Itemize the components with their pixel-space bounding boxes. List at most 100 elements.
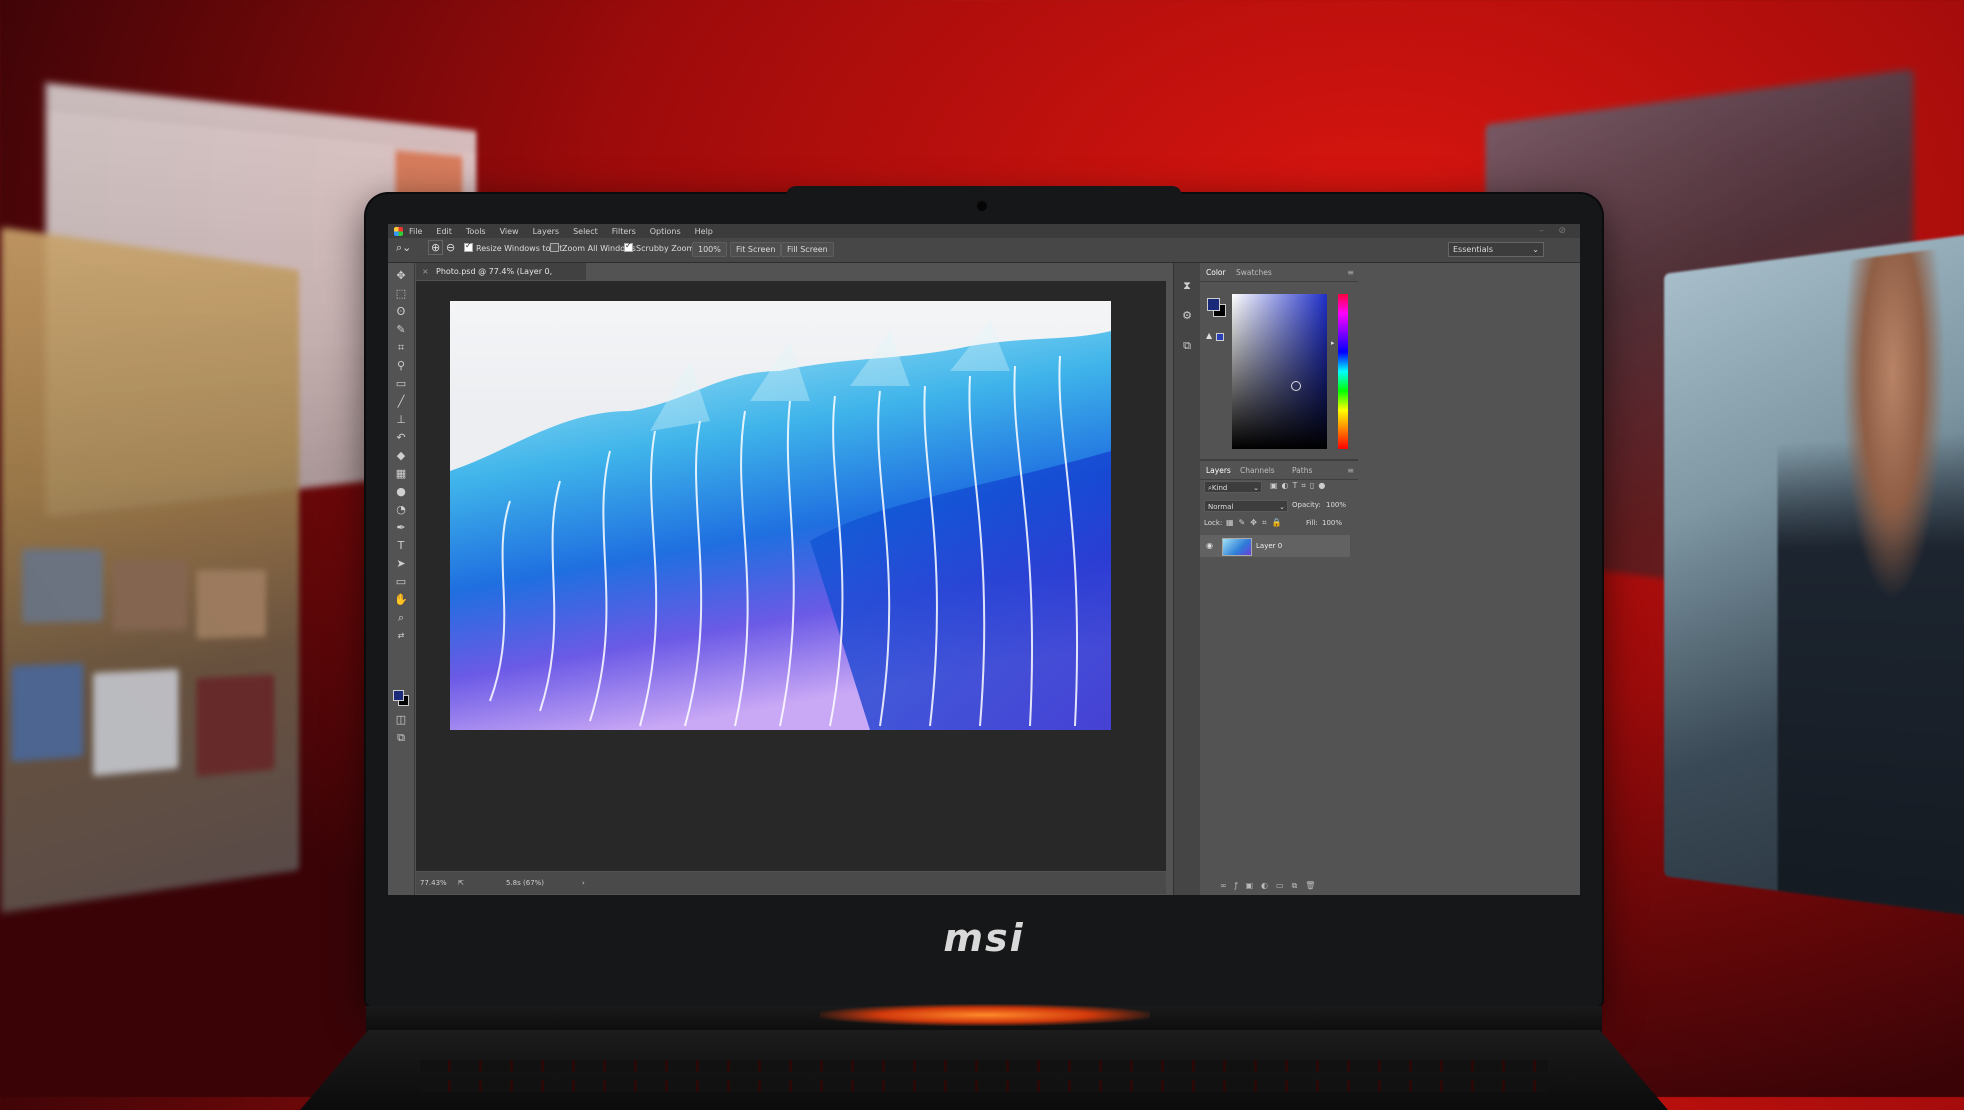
panel-dock: ⧗ ⚙ ⧉ xyxy=(1173,263,1201,895)
quick-select-tool-icon[interactable]: ✎ xyxy=(394,323,408,337)
gradient-tool-icon[interactable]: ▦ xyxy=(394,467,408,481)
lasso-tool-icon[interactable]: ʘ xyxy=(394,305,408,319)
history-brush-tool-icon[interactable]: ↶ xyxy=(394,431,408,445)
status-info: 5.8s (67%) xyxy=(506,872,544,894)
history-panel-icon[interactable]: ⧗ xyxy=(1180,279,1194,293)
chevron-down-icon: ⌄ xyxy=(1253,482,1259,494)
fill-screen-button[interactable]: Fill Screen xyxy=(781,242,834,257)
clone-stamp-tool-icon[interactable]: ⊥ xyxy=(394,413,408,427)
keyboard-row xyxy=(420,1060,1548,1072)
tab-layers[interactable]: Layers xyxy=(1206,466,1231,475)
panel-menu-icon[interactable]: ≡ xyxy=(1347,466,1354,475)
pen-tool-icon[interactable]: ✒ xyxy=(394,521,408,535)
checkbox-icon xyxy=(464,243,473,252)
layer-row[interactable]: ◉ Layer 0 xyxy=(1200,535,1350,557)
properties-panel-icon[interactable]: ⧉ xyxy=(1180,339,1194,353)
layer-filter-kind[interactable]: ⌕Kind ⌄ xyxy=(1204,481,1262,493)
gallery-thumbnail xyxy=(196,674,274,776)
type-tool-icon[interactable]: T xyxy=(394,539,408,553)
zoom-all-windows-checkbox[interactable]: Zoom All Windows xyxy=(550,243,636,253)
marquee-tool-icon[interactable]: ⬚ xyxy=(394,287,408,301)
layer-filter-icons[interactable]: ▣◐T⌗▯● xyxy=(1270,481,1329,491)
video-call-person xyxy=(1778,244,1964,916)
close-icon[interactable]: × xyxy=(422,263,429,280)
menu-item-help[interactable]: Help xyxy=(695,227,713,236)
menu-item-options[interactable]: Options xyxy=(650,227,681,236)
eyedropper-tool-icon[interactable]: ⚲ xyxy=(394,359,408,373)
hand-tool-icon[interactable]: ✋ xyxy=(394,593,408,607)
hue-slider-marker-icon[interactable]: ▸ xyxy=(1331,339,1335,347)
foreground-color-chip[interactable] xyxy=(1207,298,1220,311)
blur-tool-icon[interactable]: ● xyxy=(394,485,408,499)
color-picker-field[interactable] xyxy=(1232,294,1327,449)
artwork-image[interactable] xyxy=(450,301,1111,730)
eraser-tool-icon[interactable]: ◆ xyxy=(394,449,408,463)
color-picker-ring[interactable] xyxy=(1291,381,1301,391)
visibility-eye-icon[interactable]: ◉ xyxy=(1206,535,1213,557)
workspace-select[interactable]: Essentials ⌄ xyxy=(1448,242,1544,257)
tab-paths[interactable]: Paths xyxy=(1292,466,1312,475)
crop-tool-icon[interactable]: ⌗ xyxy=(394,341,408,355)
status-bar: 77.43% ⇱ 5.8s (67%) › xyxy=(416,872,1166,894)
path-select-tool-icon[interactable]: ➤ xyxy=(394,557,408,571)
fill-value[interactable]: 100% xyxy=(1322,519,1342,527)
right-panels: Color Swatches ≡ ▲ ▸ Layers Channels Pat… xyxy=(1200,263,1358,895)
webcam-icon xyxy=(976,200,988,212)
app-logo-icon xyxy=(394,227,403,236)
scrubby-zoom-checkbox[interactable]: Scrubby Zoom xyxy=(624,243,694,253)
zoom-in-icon[interactable]: ⊕ xyxy=(428,240,443,255)
laptop-display: File Edit Tools View Layers Select Filte… xyxy=(366,194,1602,1006)
brush-tool-icon[interactable]: ╱ xyxy=(394,395,408,409)
panel-menu-icon[interactable]: ≡ xyxy=(1347,268,1354,277)
gallery-thumbnail xyxy=(22,549,103,623)
status-zoom[interactable]: 77.43% xyxy=(420,872,447,894)
resize-windows-checkbox[interactable]: Resize Windows to Fit xyxy=(464,243,562,253)
screen-mode-icon[interactable]: ⧉ xyxy=(394,731,408,745)
zoom-tool-icon[interactable]: ⌕ xyxy=(394,611,408,625)
zoom-out-icon[interactable]: ⊖ xyxy=(446,241,455,254)
web-safe-color-icon[interactable] xyxy=(1216,333,1224,341)
layers-panel-action-icons[interactable]: ∞ƒ▣◐▭⧉🗑 xyxy=(1220,881,1323,891)
adjustments-panel-icon[interactable]: ⚙ xyxy=(1180,309,1194,323)
window-controls-icon[interactable]: – ⊘ xyxy=(1539,226,1572,236)
canvas-area[interactable] xyxy=(416,281,1166,871)
filter-kind-value: Kind xyxy=(1212,484,1227,492)
lock-options-icons[interactable]: ▦✎✥⌗🔒 xyxy=(1226,518,1286,528)
menu-item-file[interactable]: File xyxy=(409,227,422,236)
gallery-thumbnail xyxy=(93,669,178,776)
opacity-value[interactable]: 100% xyxy=(1326,501,1346,509)
blend-mode-select[interactable]: Normal ⌄ xyxy=(1204,500,1288,512)
gallery-thumbnail xyxy=(196,570,265,639)
checkbox-icon xyxy=(550,243,559,252)
menu-item-layers[interactable]: Layers xyxy=(533,227,559,236)
tab-swatches[interactable]: Swatches xyxy=(1236,268,1272,277)
menu-item-view[interactable]: View xyxy=(500,227,519,236)
quick-mask-icon[interactable]: ◫ xyxy=(394,713,408,727)
shape-tool-icon[interactable]: ▭ xyxy=(394,575,408,589)
chevron-right-icon[interactable]: › xyxy=(582,872,585,894)
laptop-brand-logo: msi xyxy=(366,916,1602,960)
menu-item-filters[interactable]: Filters xyxy=(612,227,636,236)
keyboard-row xyxy=(420,1080,1548,1092)
move-tool-icon[interactable]: ✥ xyxy=(394,269,408,283)
zoom-value-field[interactable]: 100% xyxy=(692,242,727,257)
zoom-tool-preset-icon[interactable]: ⌕⌄ xyxy=(396,241,411,255)
menu-item-select[interactable]: Select xyxy=(573,227,598,236)
color-panel-tabs: Color Swatches ≡ xyxy=(1200,263,1358,282)
gallery-thumbnail xyxy=(113,560,188,631)
document-tab[interactable]: × Photo.psd @ 77.4% (Layer 0, RGB/8*) * xyxy=(416,263,586,280)
tab-color[interactable]: Color xyxy=(1206,268,1226,277)
opacity-label: Opacity: xyxy=(1292,501,1321,509)
swap-colors-icon[interactable]: ⇄ xyxy=(394,629,408,643)
share-icon[interactable]: ⇱ xyxy=(458,872,464,894)
laptop-keyboard-deck xyxy=(300,1030,1668,1110)
fit-screen-button[interactable]: Fit Screen xyxy=(730,242,781,257)
menu-item-tools[interactable]: Tools xyxy=(466,227,486,236)
foreground-color-swatch[interactable] xyxy=(393,690,404,701)
background-video-call-window xyxy=(1664,234,1964,917)
hue-slider[interactable] xyxy=(1338,294,1348,449)
tab-channels[interactable]: Channels xyxy=(1240,466,1275,475)
menu-item-edit[interactable]: Edit xyxy=(436,227,452,236)
healing-brush-tool-icon[interactable]: ▭ xyxy=(394,377,408,391)
dodge-tool-icon[interactable]: ◔ xyxy=(394,503,408,517)
